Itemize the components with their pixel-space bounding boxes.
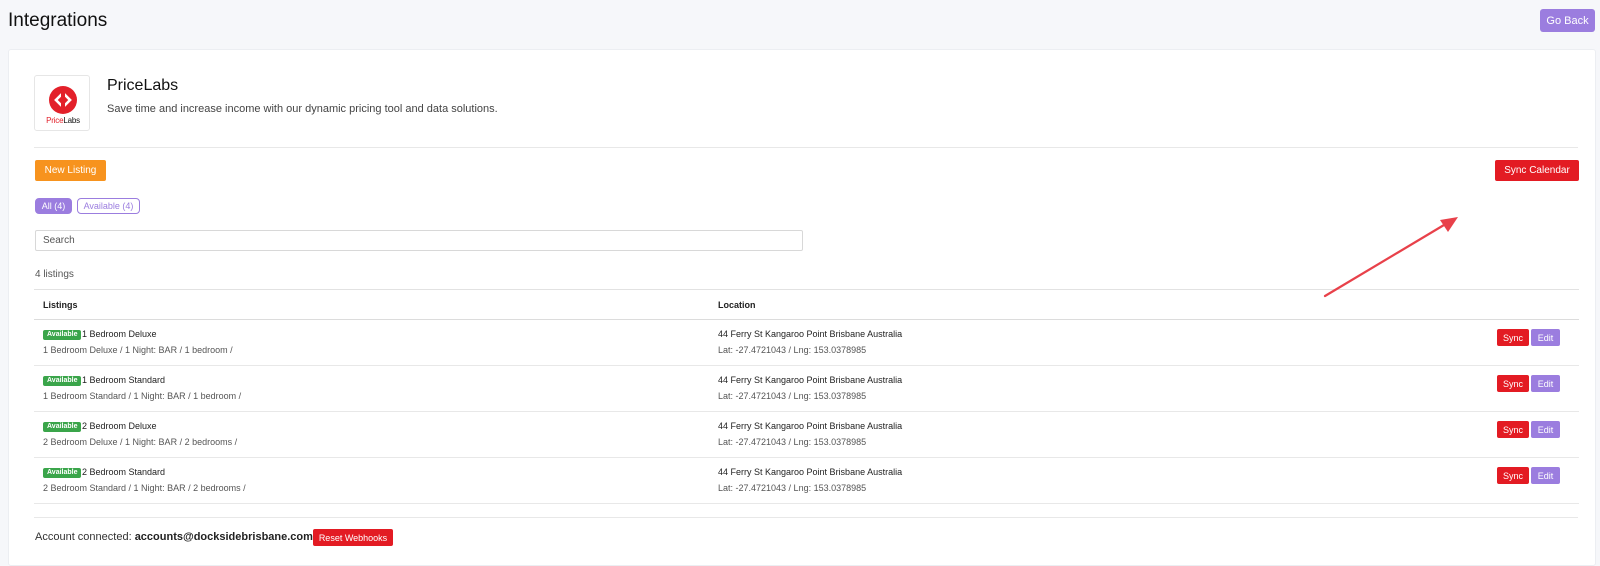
row-edit-button[interactable]: Edit xyxy=(1531,375,1560,392)
status-badge: Available xyxy=(43,468,82,478)
listing-detail: 2 Bedroom Deluxe / 1 Night: BAR / 2 bedr… xyxy=(43,437,238,447)
row-sync-button[interactable]: Sync xyxy=(1497,329,1529,346)
integration-card: PriceLabs PriceLabs Save time and increa… xyxy=(8,49,1596,566)
footer-divider xyxy=(34,517,1578,518)
listing-detail: 1 Bedroom Deluxe / 1 Night: BAR / 1 bedr… xyxy=(43,345,233,355)
listing-address: 44 Ferry St Kangaroo Point Brisbane Aust… xyxy=(718,375,903,385)
listing-detail: 2 Bedroom Standard / 1 Night: BAR / 2 be… xyxy=(43,483,246,493)
reset-webhooks-button[interactable]: Reset Webhooks xyxy=(313,529,393,546)
row-edit-button[interactable]: Edit xyxy=(1531,421,1560,438)
row-sync-button[interactable]: Sync xyxy=(1497,467,1529,484)
listing-address: 44 Ferry St Kangaroo Point Brisbane Aust… xyxy=(718,467,903,477)
pricelabs-logo-icon xyxy=(49,86,77,114)
row-sync-button[interactable]: Sync xyxy=(1497,375,1529,392)
header-divider xyxy=(34,147,1578,148)
listing-count: 4 listings xyxy=(35,269,74,280)
logo-wordmark: PriceLabs xyxy=(46,116,80,125)
listing-detail: 1 Bedroom Standard / 1 Night: BAR / 1 be… xyxy=(43,391,242,401)
column-header-listings: Listings xyxy=(43,300,78,310)
search-input[interactable] xyxy=(35,230,803,251)
listing-name: 2 Bedroom Deluxe xyxy=(82,421,157,431)
integration-description: Save time and increase income with our d… xyxy=(107,103,498,115)
integration-name: PriceLabs xyxy=(107,77,179,94)
listing-coordinates: Lat: -27.4721043 / Lng: 153.0378985 xyxy=(718,345,867,355)
listing-coordinates: Lat: -27.4721043 / Lng: 153.0378985 xyxy=(718,483,867,493)
account-connected-text: Account connected: accounts@docksidebris… xyxy=(35,531,329,543)
arrow-annotation-icon xyxy=(1323,217,1458,298)
table-row: Available 2 Bedroom Deluxe 2 Bedroom Del… xyxy=(34,412,1579,458)
pricelabs-logo: PriceLabs xyxy=(34,75,90,131)
account-email: accounts@docksidebrisbane.com.au xyxy=(134,531,329,543)
filter-available-pill[interactable]: Available (4) xyxy=(77,198,140,214)
new-listing-button[interactable]: New Listing xyxy=(35,160,106,181)
status-badge: Available xyxy=(43,422,82,432)
listing-name: 1 Bedroom Deluxe xyxy=(82,329,157,339)
table-row: Available 1 Bedroom Deluxe 1 Bedroom Del… xyxy=(34,320,1579,366)
listing-address: 44 Ferry St Kangaroo Point Brisbane Aust… xyxy=(718,329,903,339)
listing-coordinates: Lat: -27.4721043 / Lng: 153.0378985 xyxy=(718,437,867,447)
status-badge: Available xyxy=(43,330,82,340)
row-sync-button[interactable]: Sync xyxy=(1497,421,1529,438)
listing-coordinates: Lat: -27.4721043 / Lng: 153.0378985 xyxy=(718,391,867,401)
table-row: Available 2 Bedroom Standard 2 Bedroom S… xyxy=(34,458,1579,504)
listing-name: 2 Bedroom Standard xyxy=(82,467,166,477)
listings-table: Listings Location Available 1 Bedroom De… xyxy=(34,289,1579,504)
listing-address: 44 Ferry St Kangaroo Point Brisbane Aust… xyxy=(718,421,903,431)
page-title: Integrations xyxy=(8,10,108,31)
column-header-location: Location xyxy=(718,300,756,310)
table-row: Available 1 Bedroom Standard 1 Bedroom S… xyxy=(34,366,1579,412)
sync-calendar-button[interactable]: Sync Calendar xyxy=(1495,160,1579,181)
status-badge: Available xyxy=(43,376,82,386)
row-edit-button[interactable]: Edit xyxy=(1531,329,1560,346)
listing-name: 1 Bedroom Standard xyxy=(82,375,166,385)
filter-all-pill[interactable]: All (4) xyxy=(35,198,72,214)
account-label: Account connected: xyxy=(35,531,132,543)
go-back-button[interactable]: Go Back xyxy=(1540,9,1595,32)
row-edit-button[interactable]: Edit xyxy=(1531,467,1560,484)
